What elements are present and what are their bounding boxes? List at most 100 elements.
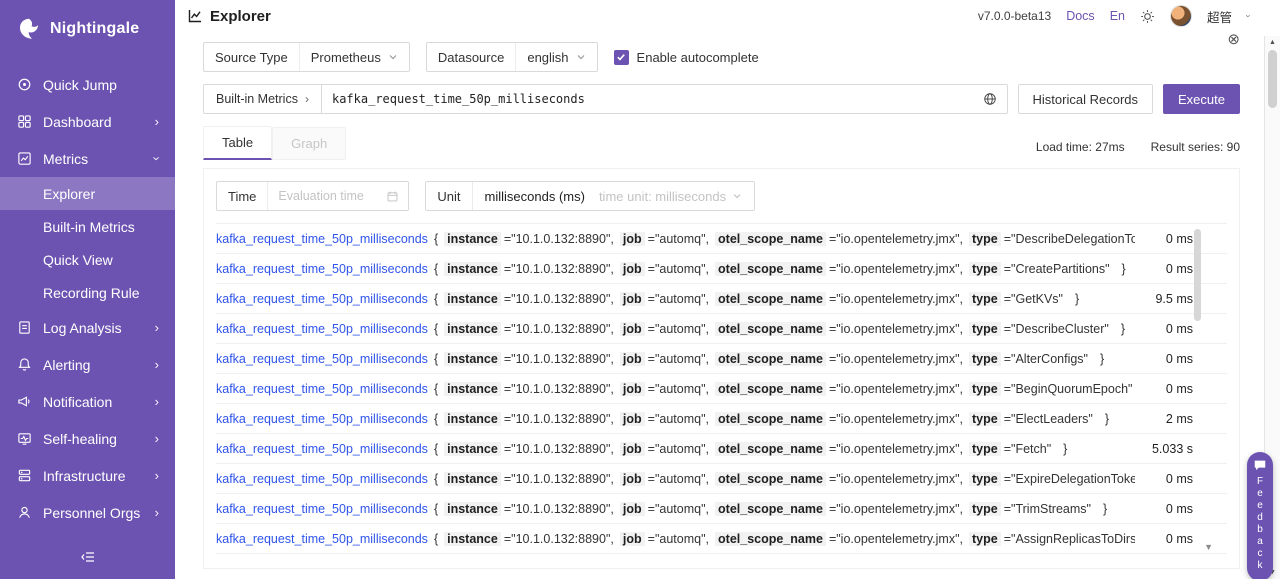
sidebar-subitem-quick-view[interactable]: Quick View — [0, 243, 175, 276]
label-value: "10.1.0.132:8890" — [511, 501, 611, 516]
label-value: "io.opentelemetry.jmx" — [836, 321, 960, 336]
metric-name-link[interactable]: kafka_request_time_50p_milliseconds — [216, 352, 428, 366]
evaluation-time-input[interactable] — [268, 189, 387, 203]
label-key: instance — [444, 291, 501, 306]
execute-button[interactable]: Execute — [1163, 84, 1240, 114]
sidebar-subitem-recording-rule[interactable]: Recording Rule — [0, 276, 175, 309]
label-value: "automq" — [654, 231, 706, 246]
label-pair: instance ="10.1.0.132:8890", — [444, 381, 614, 396]
label-pair: otel_scope_name ="io.opentelemetry.jmx", — [715, 411, 963, 426]
tab-graph[interactable]: Graph — [272, 127, 347, 160]
globe-icon[interactable] — [973, 92, 1007, 106]
metric-name-link[interactable]: kafka_request_time_50p_milliseconds — [216, 262, 428, 276]
sidebar-item-alerting[interactable]: Alerting › — [0, 346, 175, 383]
user-avatar[interactable] — [1169, 5, 1192, 27]
metric-name-link[interactable]: kafka_request_time_50p_milliseconds — [216, 382, 428, 396]
autocomplete-label: Enable autocomplete — [636, 49, 759, 65]
table-row[interactable]: kafka_request_time_50p_milliseconds {inst… — [216, 284, 1227, 314]
user-menu[interactable]: 超管 — [1207, 7, 1232, 26]
series-expression: kafka_request_time_50p_milliseconds {inst… — [216, 261, 1135, 276]
table-filter-row: Time Unit milliseconds (ms) time unit: m… — [204, 169, 1239, 223]
metric-name-link[interactable]: kafka_request_time_50p_milliseconds — [216, 232, 428, 246]
table-row[interactable]: kafka_request_time_50p_milliseconds {inst… — [216, 404, 1227, 434]
open-brace: { — [433, 501, 439, 516]
calendar-icon[interactable] — [386, 190, 408, 203]
datasource-select[interactable]: english — [516, 50, 596, 65]
brand-logo[interactable]: Nightingale — [0, 0, 175, 56]
metric-name-link[interactable]: kafka_request_time_50p_milliseconds — [216, 472, 428, 486]
user-menu-caret-icon[interactable]: › — [1244, 15, 1254, 18]
sidebar-subitem-explorer[interactable]: Explorer — [0, 177, 175, 210]
sidebar-item-personnel-orgs[interactable]: Personnel Orgs › — [0, 494, 175, 531]
label-pair: instance ="10.1.0.132:8890", — [444, 441, 614, 456]
docs-link[interactable]: Docs — [1066, 9, 1094, 23]
label-value: "automq" — [654, 471, 706, 486]
sidebar-item-infrastructure[interactable]: Infrastructure › — [0, 457, 175, 494]
table-row[interactable]: kafka_request_time_50p_milliseconds {inst… — [216, 374, 1227, 404]
table-row[interactable]: kafka_request_time_50p_milliseconds {inst… — [216, 254, 1227, 284]
sidebar-item-dashboard[interactable]: Dashboard › — [0, 103, 175, 140]
open-brace: { — [433, 231, 439, 246]
label-pair: otel_scope_name ="io.opentelemetry.jmx", — [715, 441, 963, 456]
series-expression: kafka_request_time_50p_milliseconds {inst… — [216, 531, 1135, 546]
label-key: otel_scope_name — [715, 531, 826, 546]
sidebar-item-label: Notification — [43, 393, 113, 410]
enable-autocomplete-checkbox[interactable]: Enable autocomplete — [613, 49, 759, 65]
metric-name-link[interactable]: kafka_request_time_50p_milliseconds — [216, 412, 428, 426]
metric-name-link[interactable]: kafka_request_time_50p_milliseconds — [216, 532, 428, 546]
builtin-metrics-button[interactable]: Built-in Metrics › — [204, 85, 322, 113]
label-value: "DescribeDelegationToken" — [1011, 231, 1135, 246]
label-value: "automq" — [654, 351, 706, 366]
table-row[interactable]: kafka_request_time_50p_milliseconds {inst… — [216, 524, 1227, 554]
label-key: otel_scope_name — [715, 411, 826, 426]
metric-name-link[interactable]: kafka_request_time_50p_milliseconds — [216, 442, 428, 456]
query-input-group: Built-in Metrics › — [203, 84, 1008, 114]
scrollbar-thumb[interactable] — [1268, 50, 1277, 108]
label-pair-type: type ="Fetch" — [969, 441, 1051, 456]
time-unit-select[interactable]: time unit: milliseconds — [595, 189, 754, 204]
table-scrollbar-thumb[interactable] — [1194, 229, 1201, 321]
series-expression: kafka_request_time_50p_milliseconds {inst… — [216, 501, 1135, 516]
collapse-sidebar-button[interactable] — [0, 537, 175, 579]
sidebar-item-label: Personnel Orgs — [43, 504, 141, 521]
table-row[interactable]: kafka_request_time_50p_milliseconds {inst… — [216, 344, 1227, 374]
sidebar-subitem-builtin-metrics[interactable]: Built-in Metrics — [0, 210, 175, 243]
brand-name: Nightingale — [50, 20, 140, 37]
sidebar-item-notification[interactable]: Notification › — [0, 383, 175, 420]
sidebar-item-log-analysis[interactable]: Log Analysis › — [0, 309, 175, 346]
chevron-right-icon: › — [154, 394, 159, 409]
label-value: "io.opentelemetry.jmx" — [836, 291, 960, 306]
label-value: "10.1.0.132:8890" — [511, 261, 611, 276]
series-value: 0 ms — [1165, 471, 1193, 486]
feedback-widget[interactable]: Feedback — [1247, 452, 1273, 579]
table-row[interactable]: kafka_request_time_50p_milliseconds {inst… — [216, 494, 1227, 524]
source-type-select[interactable]: Prometheus — [300, 50, 409, 65]
sidebar-item-quick-jump[interactable]: Quick Jump — [0, 66, 175, 103]
historical-records-button[interactable]: Historical Records — [1017, 84, 1154, 114]
chevron-right-icon: › — [154, 431, 159, 446]
feedback-label: Feedback — [1254, 476, 1266, 572]
scroll-up-icon[interactable]: ▲ — [1269, 39, 1276, 46]
table-row[interactable]: kafka_request_time_50p_milliseconds {inst… — [216, 314, 1227, 344]
metric-name-link[interactable]: kafka_request_time_50p_milliseconds — [216, 322, 428, 336]
sidebar-item-label: Infrastructure — [43, 467, 126, 484]
open-brace: { — [433, 441, 439, 456]
language-toggle[interactable]: En — [1110, 9, 1125, 23]
promql-query-input[interactable] — [321, 85, 973, 113]
metric-name-link[interactable]: kafka_request_time_50p_milliseconds — [216, 502, 428, 516]
table-row[interactable]: kafka_request_time_50p_milliseconds {inst… — [216, 464, 1227, 494]
theme-sun-icon[interactable] — [1140, 9, 1155, 24]
table-scroll-down-icon[interactable]: ▼ — [1204, 542, 1213, 552]
tab-table[interactable]: Table — [203, 126, 273, 160]
sidebar-item-self-healing[interactable]: Self-healing › — [0, 420, 175, 457]
label-value: "10.1.0.132:8890" — [511, 321, 611, 336]
table-row[interactable]: kafka_request_time_50p_milliseconds {inst… — [216, 224, 1227, 254]
table-row[interactable]: kafka_request_time_50p_milliseconds { inst… — [216, 434, 1227, 464]
close-query-panel-icon[interactable]: ⊗ — [1227, 32, 1240, 47]
label-key: job — [619, 501, 645, 516]
close-brace: } — [1063, 441, 1068, 456]
metric-name-link[interactable]: kafka_request_time_50p_milliseconds — [216, 292, 428, 306]
source-type-value: Prometheus — [310, 49, 381, 65]
self-healing-icon — [16, 431, 32, 446]
sidebar-item-metrics[interactable]: Metrics › — [0, 140, 175, 177]
